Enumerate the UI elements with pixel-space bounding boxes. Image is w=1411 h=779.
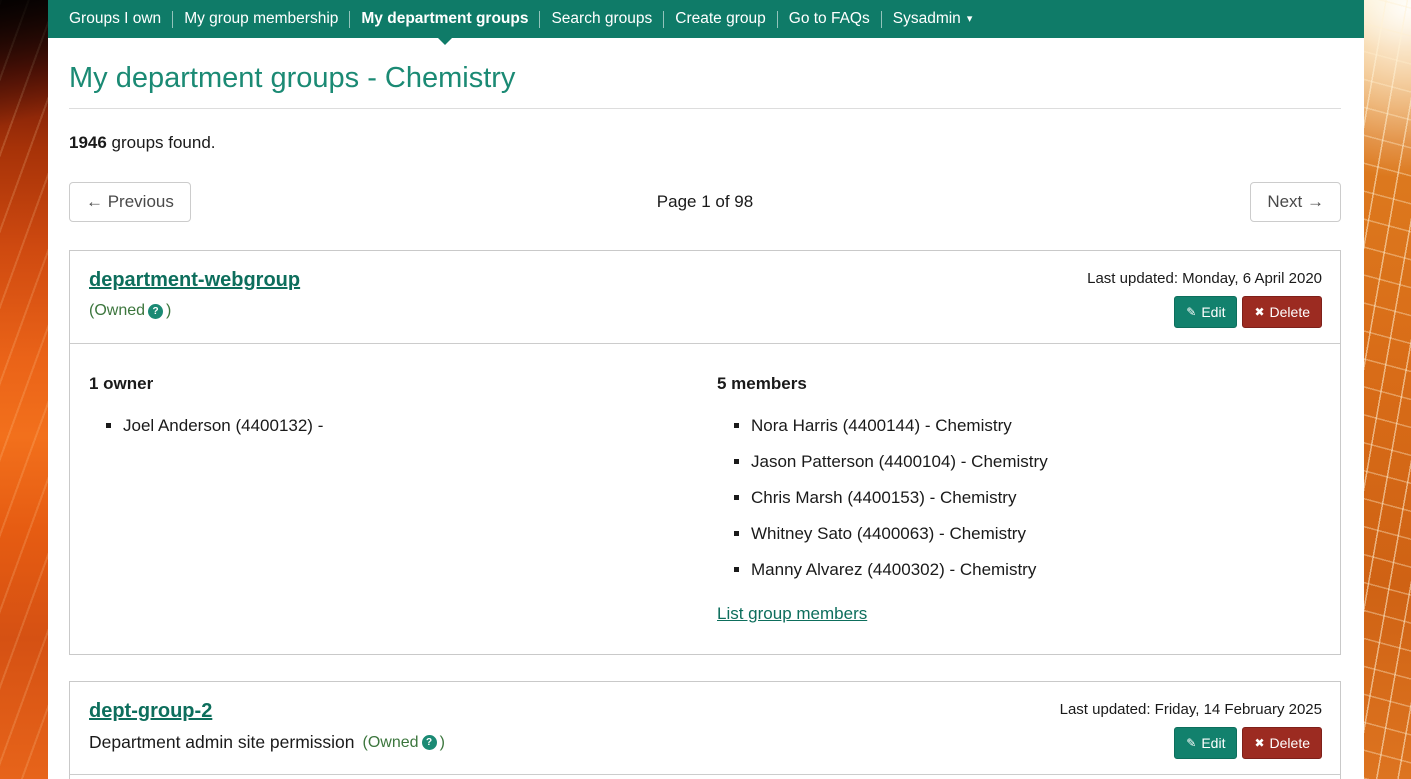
last-updated-text: Last updated: Monday, 6 April 2020 bbox=[1087, 270, 1322, 287]
delete-button-label: Delete bbox=[1270, 304, 1310, 320]
members-column: 5 members Nora Harris (4400144) - Chemis… bbox=[705, 360, 1321, 624]
group-card-body: 1 owner Joel Anderson (4400132) - 5 memb… bbox=[70, 344, 1340, 654]
edit-icon: ✎ bbox=[1186, 306, 1196, 318]
edit-button-label: Edit bbox=[1201, 735, 1225, 751]
owner-item: Joel Anderson (4400132) - bbox=[123, 416, 705, 436]
owned-prefix: (Owned bbox=[363, 734, 419, 752]
members-heading: 5 members bbox=[717, 374, 1321, 394]
help-icon[interactable]: ? bbox=[148, 304, 163, 319]
results-count: 1946 bbox=[69, 133, 107, 152]
nav-sysadmin-dropdown[interactable]: Sysadmin ▾ bbox=[893, 10, 973, 28]
group-actions: ✎ Edit ✖ Delete bbox=[1174, 296, 1322, 328]
member-item: Whitney Sato (4400063) - Chemistry bbox=[751, 524, 1321, 544]
delete-button[interactable]: ✖ Delete bbox=[1242, 727, 1322, 759]
group-card-header-right: Last updated: Friday, 14 February 2025 ✎… bbox=[1060, 694, 1322, 759]
owners-list: Joel Anderson (4400132) - bbox=[89, 416, 705, 436]
owners-heading: 1 owner bbox=[89, 374, 705, 394]
owned-badge: (Owned ? ) bbox=[89, 302, 300, 320]
list-group-members-link[interactable]: List group members bbox=[717, 604, 867, 624]
nav-my-group-membership[interactable]: My group membership bbox=[184, 10, 338, 28]
nav-separator bbox=[777, 11, 778, 28]
group-card-header: dept-group-2 Department admin site permi… bbox=[70, 682, 1340, 775]
nav-create-group[interactable]: Create group bbox=[675, 10, 765, 28]
group-card-header-left: dept-group-2 Department admin site permi… bbox=[89, 694, 445, 759]
member-item: Manny Alvarez (4400302) - Chemistry bbox=[751, 560, 1321, 580]
main-nav: Groups I own My group membership My depa… bbox=[48, 0, 1364, 38]
results-suffix: groups found. bbox=[107, 133, 216, 152]
main-content: My department groups - Chemistry 1946 gr… bbox=[48, 38, 1364, 779]
next-page-button[interactable]: Next → bbox=[1250, 182, 1341, 222]
results-count-line: 1946 groups found. bbox=[69, 133, 1341, 153]
member-item: Nora Harris (4400144) - Chemistry bbox=[751, 416, 1321, 436]
background-art-right bbox=[1364, 0, 1411, 779]
nav-separator bbox=[172, 11, 173, 28]
group-card-body bbox=[70, 775, 1340, 779]
previous-page-button[interactable]: ← Previous bbox=[69, 182, 191, 222]
nav-separator bbox=[539, 11, 540, 28]
edit-icon: ✎ bbox=[1186, 737, 1196, 749]
group-name-link[interactable]: dept-group-2 bbox=[89, 700, 212, 723]
nav-my-department-groups[interactable]: My department groups bbox=[361, 10, 528, 28]
delete-icon: ✖ bbox=[1254, 737, 1264, 749]
delete-button[interactable]: ✖ Delete bbox=[1242, 296, 1322, 328]
owned-badge: (Owned ? ) bbox=[363, 734, 445, 752]
group-name-link[interactable]: department-webgroup bbox=[89, 269, 300, 292]
nav-search-groups[interactable]: Search groups bbox=[551, 10, 652, 28]
edit-button[interactable]: ✎ Edit bbox=[1174, 727, 1237, 759]
group-card-header-right: Last updated: Monday, 6 April 2020 ✎ Edit… bbox=[1087, 263, 1322, 328]
nav-separator bbox=[881, 11, 882, 28]
nav-separator bbox=[663, 11, 664, 28]
owned-prefix: (Owned bbox=[89, 302, 145, 320]
group-card-header: department-webgroup (Owned ? ) Last upda… bbox=[70, 251, 1340, 344]
group-description: Department admin site permission (Owned … bbox=[89, 732, 445, 753]
last-updated-text: Last updated: Friday, 14 February 2025 bbox=[1060, 701, 1322, 718]
edit-button-label: Edit bbox=[1201, 304, 1225, 320]
page-title: My department groups - Chemistry bbox=[69, 38, 1341, 109]
pagination: ← Previous Page 1 of 98 Next → bbox=[69, 180, 1341, 224]
pagination-status: Page 1 of 98 bbox=[69, 192, 1341, 212]
page: Groups I own My group membership My depa… bbox=[48, 0, 1364, 779]
delete-icon: ✖ bbox=[1254, 306, 1264, 318]
owners-column: 1 owner Joel Anderson (4400132) - bbox=[89, 360, 705, 624]
member-item: Jason Patterson (4400104) - Chemistry bbox=[751, 452, 1321, 472]
group-actions: ✎ Edit ✖ Delete bbox=[1174, 727, 1322, 759]
edit-button[interactable]: ✎ Edit bbox=[1174, 296, 1237, 328]
help-icon[interactable]: ? bbox=[422, 735, 437, 750]
group-description-text: Department admin site permission bbox=[89, 732, 355, 753]
background-art-left bbox=[0, 0, 48, 779]
delete-button-label: Delete bbox=[1270, 735, 1310, 751]
owned-suffix: ) bbox=[166, 302, 171, 320]
chevron-down-icon: ▾ bbox=[967, 14, 973, 25]
group-card-dept-group-2: dept-group-2 Department admin site permi… bbox=[69, 681, 1341, 779]
member-item: Chris Marsh (4400153) - Chemistry bbox=[751, 488, 1321, 508]
group-card-department-webgroup: department-webgroup (Owned ? ) Last upda… bbox=[69, 250, 1341, 655]
owned-suffix: ) bbox=[440, 734, 445, 752]
group-card-header-left: department-webgroup (Owned ? ) bbox=[89, 263, 300, 328]
nav-groups-i-own[interactable]: Groups I own bbox=[69, 10, 161, 28]
members-list: Nora Harris (4400144) - Chemistry Jason … bbox=[717, 416, 1321, 580]
nav-sysadmin-label: Sysadmin bbox=[893, 10, 961, 28]
nav-separator bbox=[349, 11, 350, 28]
nav-go-to-faqs[interactable]: Go to FAQs bbox=[789, 10, 870, 28]
